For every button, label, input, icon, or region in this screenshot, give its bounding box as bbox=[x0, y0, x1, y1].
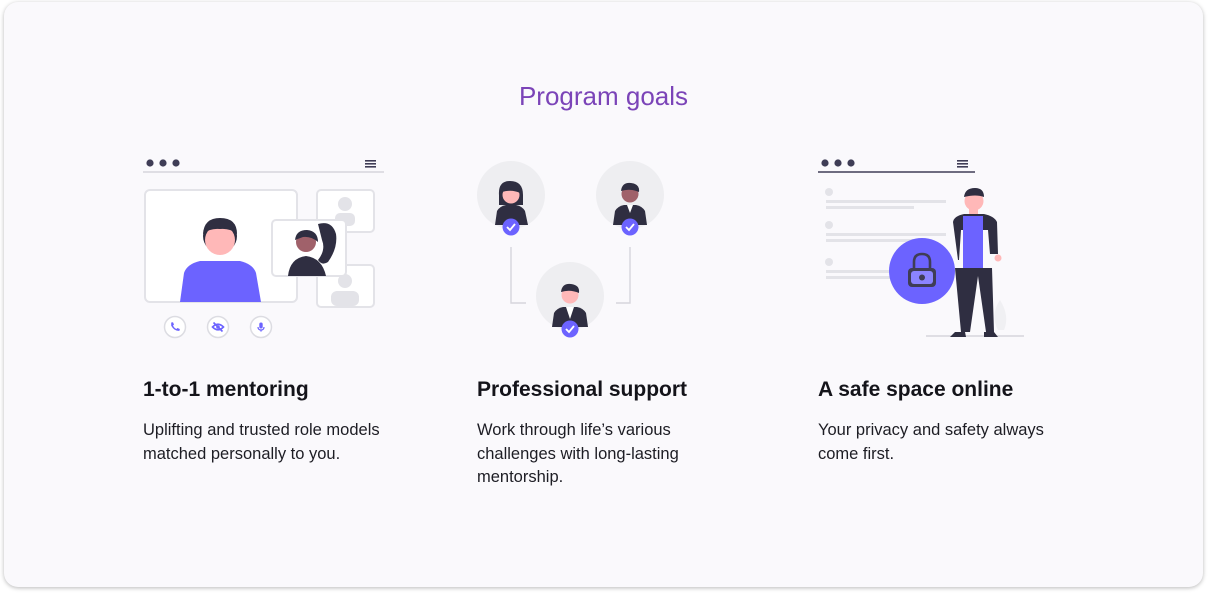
section-title: Program goals bbox=[518, 81, 689, 111]
goal-description: Your privacy and safety always come firs… bbox=[818, 421, 1044, 463]
phone-icon[interactable] bbox=[163, 315, 187, 339]
goal-heading: A safe space online bbox=[818, 378, 1014, 401]
secure-browser-illustration bbox=[818, 159, 1024, 337]
goal-description: Uplifting and trusted role models matche… bbox=[143, 421, 380, 463]
goal-heading: 1-to-1 mentoring bbox=[143, 378, 309, 401]
person-figure-icon bbox=[950, 188, 1002, 337]
microphone-icon[interactable] bbox=[249, 315, 273, 339]
goal-heading: Professional support bbox=[477, 378, 688, 401]
eye-off-icon[interactable] bbox=[206, 315, 230, 339]
mentor-network-illustration bbox=[477, 161, 664, 338]
goal-description: Work through life’s various challenges w… bbox=[477, 421, 679, 486]
lock-icon bbox=[889, 238, 955, 304]
